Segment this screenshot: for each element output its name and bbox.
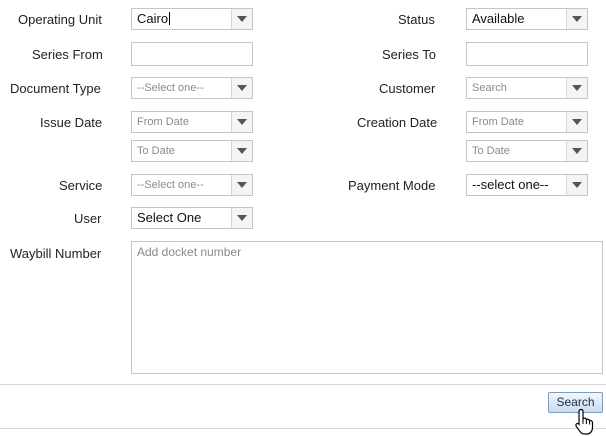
divider xyxy=(0,428,606,429)
document-type-placeholder: --Select one-- xyxy=(137,82,204,94)
chevron-down-icon[interactable] xyxy=(566,78,587,98)
operating-unit-label: Operating Unit xyxy=(18,12,102,27)
issue-date-to-picker[interactable]: To Date xyxy=(131,140,253,162)
user-label: User xyxy=(74,211,102,226)
user-value: Select One xyxy=(137,210,202,225)
user-select[interactable]: Select One xyxy=(131,207,253,229)
creation-date-to-picker[interactable]: To Date xyxy=(466,140,588,162)
chevron-down-icon[interactable] xyxy=(231,208,252,228)
waybill-number-placeholder: Add docket number xyxy=(137,245,242,259)
creation-date-from-picker[interactable]: From Date xyxy=(466,111,588,133)
issue-date-from-picker[interactable]: From Date xyxy=(131,111,253,133)
operating-unit-select[interactable]: Cairo xyxy=(131,8,253,30)
series-from-input[interactable] xyxy=(131,42,253,66)
creation-date-label: Creation Date xyxy=(357,115,438,130)
chevron-down-icon[interactable] xyxy=(566,141,587,161)
payment-mode-select[interactable]: --select one-- xyxy=(466,174,588,196)
hand-pointer-icon xyxy=(575,408,594,435)
waybill-number-label: Waybill Number xyxy=(10,246,102,261)
text-caret xyxy=(169,12,171,25)
chevron-down-icon[interactable] xyxy=(231,112,252,132)
series-to-label: Series To xyxy=(382,47,436,62)
operating-unit-value: Cairo xyxy=(137,11,169,26)
customer-placeholder: Search xyxy=(472,82,507,94)
issue-date-label: Issue Date xyxy=(40,115,103,130)
status-value: Available xyxy=(472,11,525,26)
payment-mode-value: --select one-- xyxy=(472,177,549,192)
issue-date-to-placeholder: To Date xyxy=(137,145,175,157)
document-type-label: Document Type xyxy=(10,81,101,96)
series-from-label: Series From xyxy=(32,47,103,62)
chevron-down-icon[interactable] xyxy=(566,112,587,132)
chevron-down-icon[interactable] xyxy=(231,175,252,195)
issue-date-from-placeholder: From Date xyxy=(137,116,189,128)
chevron-down-icon[interactable] xyxy=(231,141,252,161)
creation-date-from-placeholder: From Date xyxy=(472,116,524,128)
status-label: Status xyxy=(398,12,435,27)
service-label: Service xyxy=(59,178,103,193)
chevron-down-icon[interactable] xyxy=(231,9,252,29)
payment-mode-label: Payment Mode xyxy=(348,178,436,193)
chevron-down-icon[interactable] xyxy=(566,175,587,195)
creation-date-to-placeholder: To Date xyxy=(472,145,510,157)
chevron-down-icon[interactable] xyxy=(231,78,252,98)
series-to-input[interactable] xyxy=(466,42,588,66)
service-placeholder: --Select one-- xyxy=(137,179,204,191)
status-select[interactable]: Available xyxy=(466,8,588,30)
divider xyxy=(0,384,606,385)
chevron-down-icon[interactable] xyxy=(566,9,587,29)
customer-search[interactable]: Search xyxy=(466,77,588,99)
service-select[interactable]: --Select one-- xyxy=(131,174,253,196)
document-type-select[interactable]: --Select one-- xyxy=(131,77,253,99)
waybill-number-textarea[interactable]: Add docket number xyxy=(131,241,603,374)
customer-label: Customer xyxy=(379,81,436,96)
